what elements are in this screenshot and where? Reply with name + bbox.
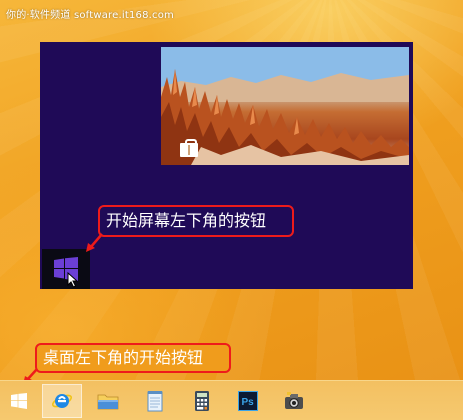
canyon-photo bbox=[161, 47, 409, 165]
camera-app-icon bbox=[285, 392, 303, 409]
taskbar-start-button[interactable] bbox=[2, 384, 36, 418]
taskbar-file-explorer[interactable] bbox=[88, 384, 128, 418]
calculator-icon bbox=[195, 391, 209, 411]
taskbar: Ps bbox=[0, 380, 463, 420]
photo-tile[interactable] bbox=[161, 47, 409, 165]
notepad-icon bbox=[147, 391, 163, 412]
windows-logo-icon bbox=[11, 393, 27, 409]
callout-arrow-icon bbox=[86, 233, 103, 252]
taskbar-photoshop[interactable]: Ps bbox=[228, 384, 268, 418]
taskbar-camera-app[interactable] bbox=[274, 384, 314, 418]
photoshop-icon: Ps bbox=[238, 391, 258, 411]
taskbar-calculator[interactable] bbox=[182, 384, 222, 418]
start-screen-windows-button[interactable] bbox=[42, 249, 90, 289]
watermark: 你的·软件频道 software.it168.com bbox=[6, 10, 175, 21]
internet-explorer-icon bbox=[51, 394, 73, 408]
taskbar-notepad[interactable] bbox=[135, 384, 175, 418]
taskbar-internet-explorer[interactable] bbox=[42, 384, 82, 418]
callout-start-screen-button: 开始屏幕左下角的按钮 bbox=[98, 205, 294, 237]
svg-text:Ps: Ps bbox=[242, 397, 255, 408]
file-explorer-icon bbox=[97, 394, 119, 410]
callout-desktop-start-button: 桌面左下角的开始按钮 bbox=[35, 343, 231, 373]
mouse-cursor-icon bbox=[67, 272, 79, 288]
store-icon bbox=[180, 139, 198, 157]
